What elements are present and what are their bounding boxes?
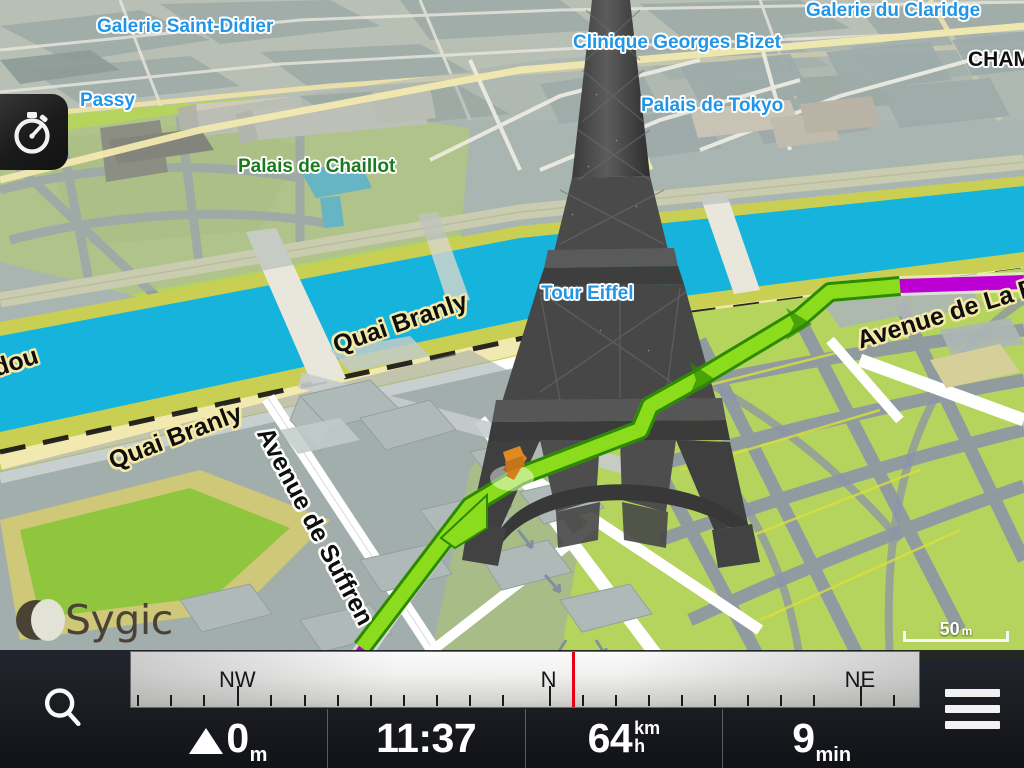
crescent-moon-icon (16, 599, 65, 641)
compass-tick-minor (137, 695, 140, 706)
speed-unit-numerator: km (634, 718, 661, 739)
compass-tick-major (548, 686, 551, 706)
eta-unit: min (815, 744, 852, 766)
compass-strip[interactable]: NW N NE (130, 651, 920, 708)
stat-time-to-destination[interactable]: 9 min (722, 709, 920, 768)
eta-value: 9 (792, 715, 815, 761)
compass-tick-minor (369, 695, 372, 706)
compass-tick-minor (270, 695, 273, 706)
compass-tick-major (859, 686, 862, 706)
speed-unit: km h (634, 718, 661, 756)
menu-button[interactable] (920, 650, 1024, 768)
bottom-bar: NW N NE 0 m 11:37 64 km h 9 min (0, 650, 1024, 768)
stats-row: 0 m 11:37 64 km h 9 min (130, 709, 920, 768)
hamburger-menu-icon-line (944, 721, 1000, 729)
compass-tick-minor (714, 695, 717, 706)
speed-value: 64 (587, 715, 633, 761)
compass-tick-minor (813, 695, 816, 706)
stat-clock[interactable]: 11:37 (326, 709, 525, 768)
scale-value: 50 (939, 619, 960, 639)
clock-value: 11:37 (376, 715, 477, 761)
map-scale-bar: 50 m (903, 619, 1009, 642)
hamburger-menu-icon-line (944, 705, 1000, 713)
compass-tick-minor (780, 695, 783, 706)
compass-tick-minor (336, 695, 339, 706)
compass-tick-minor (469, 695, 472, 706)
scale-unit: m (961, 624, 973, 638)
compass-tick-minor (435, 695, 438, 706)
sygic-logo: Sygic (16, 596, 173, 644)
compass-tick-minor (747, 695, 750, 706)
altitude-unit: m (249, 744, 268, 766)
trip-timer-button[interactable] (0, 94, 68, 170)
compass-tick-minor (303, 695, 306, 706)
stat-speed[interactable]: 64 km h (524, 709, 723, 768)
compass-tick-minor (647, 695, 650, 706)
sygic-wordmark: Sygic (65, 596, 173, 644)
stopwatch-icon (14, 112, 50, 154)
speed-unit-denominator: h (634, 735, 646, 756)
compass-needle (572, 652, 576, 707)
stat-altitude[interactable]: 0 m (130, 709, 327, 768)
compass-tick-minor (614, 695, 617, 706)
compass-tick-minor (170, 695, 173, 706)
mountain-icon (189, 727, 224, 754)
compass-tick-minor (581, 695, 584, 706)
scale-text: 50 m (903, 619, 1009, 640)
compass-tick-minor (681, 695, 684, 706)
navigation-app: Galerie Saint-Didier Passy Clinique Geor… (0, 0, 1024, 768)
hamburger-menu-icon-line (944, 689, 1000, 697)
compass-tick-minor (402, 695, 405, 706)
scale-line (903, 631, 1009, 642)
compass-tick-major (237, 686, 240, 706)
search-button[interactable] (0, 650, 130, 768)
compass-tick-minor (892, 695, 895, 706)
compass-tick-minor (203, 695, 206, 706)
altitude-value: 0 (226, 715, 249, 761)
compass-tick-minor (502, 695, 505, 706)
search-icon (44, 688, 81, 727)
